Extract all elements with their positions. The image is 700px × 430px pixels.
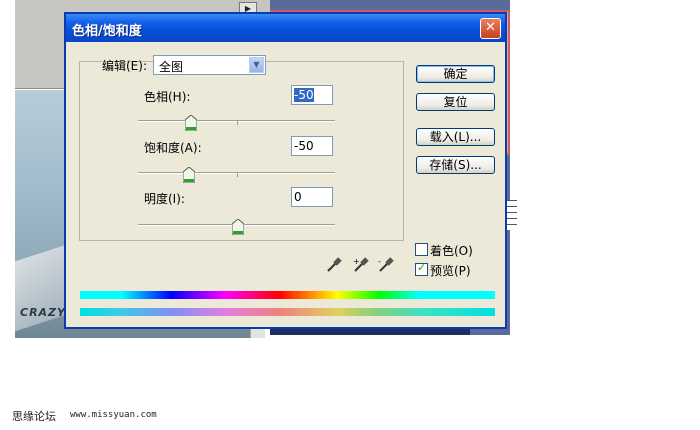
lightness-slider-thumb[interactable] [232, 219, 244, 235]
colorize-label[interactable]: 着色(O) [430, 242, 473, 259]
site-url: www.missyuan.com [70, 410, 157, 420]
eyedropper-plus-icon[interactable]: + [352, 256, 370, 274]
saturation-input[interactable]: -50 [291, 136, 333, 156]
save-button[interactable]: 存储(S)... [416, 156, 495, 174]
preview-checkbox[interactable]: ✓ [415, 261, 428, 276]
hue-slider-thumb[interactable] [185, 115, 197, 131]
saturation-slider-thumb[interactable] [183, 167, 195, 183]
output-spectrum-bar [80, 308, 495, 316]
hue-slider-center-tick [237, 121, 238, 125]
close-button[interactable]: ✕ [480, 18, 501, 39]
input-spectrum-bar [80, 291, 495, 299]
checkmark-icon: ✓ [417, 261, 427, 274]
lightness-label: 明度(I): [144, 192, 185, 206]
preview-label[interactable]: 预览(P) [430, 262, 471, 279]
reset-button[interactable]: 复位 [416, 93, 495, 111]
edit-select[interactable]: 全图 ▼ [153, 55, 266, 75]
saturation-slider-center-tick [237, 173, 238, 177]
hue-input[interactable]: -50 [291, 85, 333, 105]
saturation-label: 饱和度(A): [144, 141, 202, 155]
load-button[interactable]: 载入(L)... [416, 128, 495, 146]
hue-saturation-dialog: 色相/饱和度 ✕ 编辑(E): 全图 ▼ 色相(H): -50 饱和度(A): … [64, 12, 507, 329]
edit-select-value: 全图 [159, 60, 184, 74]
chevron-down-icon[interactable]: ▼ [249, 57, 264, 73]
photo-text: CRAZY [20, 306, 66, 319]
close-icon: ✕ [485, 20, 496, 35]
site-name: 思缘论坛 [12, 410, 56, 423]
lightness-input[interactable]: 0 [291, 187, 333, 207]
dialog-titlebar[interactable]: 色相/饱和度 ✕ [66, 14, 505, 42]
dialog-title: 色相/饱和度 [72, 24, 142, 39]
hue-label: 色相(H): [144, 90, 191, 104]
adjustment-group [79, 61, 404, 241]
edit-label: 编辑(E): [102, 59, 147, 73]
ok-button[interactable]: 确定 [416, 65, 495, 83]
hue-value: -50 [294, 88, 314, 102]
eyedropper-minus-icon[interactable]: - [377, 256, 395, 274]
svg-text:-: - [378, 257, 381, 266]
svg-text:+: + [353, 257, 360, 266]
colorize-checkbox[interactable] [415, 243, 428, 256]
eyedropper-icon[interactable] [325, 256, 343, 274]
